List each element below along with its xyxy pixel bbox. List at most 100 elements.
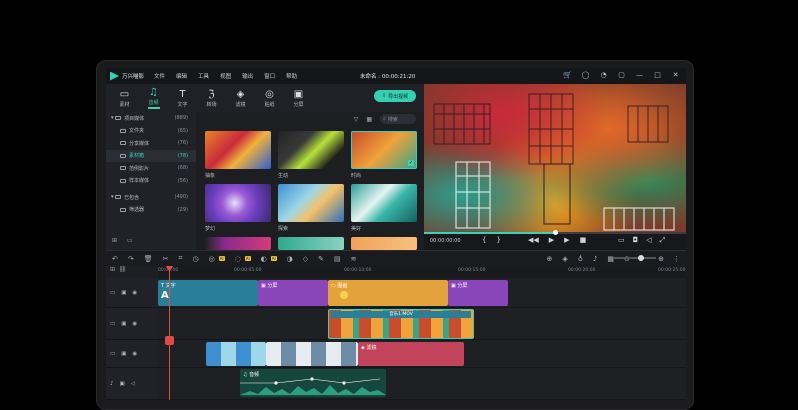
media-thumbnail[interactable] xyxy=(205,184,271,222)
more-icon[interactable]: ⋮ xyxy=(673,255,680,263)
tab-audio[interactable]: ♫ 音频 xyxy=(139,84,168,112)
add-track-icon[interactable]: ⊞ xyxy=(110,266,115,273)
eye-icon[interactable]: ◉ xyxy=(132,321,137,327)
video-preview[interactable] xyxy=(424,84,686,232)
media-thumbnail[interactable] xyxy=(351,237,417,250)
crop-icon[interactable]: ⌗ xyxy=(179,254,183,263)
speed-icon[interactable]: ◷ xyxy=(192,255,198,263)
menu-tools[interactable]: 工具 xyxy=(198,72,209,80)
video-clip[interactable] xyxy=(266,342,358,366)
delete-icon[interactable]: 🗑 xyxy=(144,255,153,263)
render-icon[interactable]: ⊕ xyxy=(547,255,553,263)
snapshot-icon[interactable]: ◘ xyxy=(633,236,639,245)
mark-in-icon[interactable]: { xyxy=(482,236,486,244)
filter-clip[interactable]: ◈ 滤镜 xyxy=(358,342,464,366)
maximize-icon[interactable]: □ xyxy=(653,71,662,80)
menu-help[interactable]: 帮助 xyxy=(286,72,297,80)
media-thumbnail[interactable] xyxy=(205,237,271,250)
tab-filter[interactable]: ◈ 滤镜 xyxy=(226,84,255,112)
progress-handle[interactable] xyxy=(552,230,558,235)
tab-split-screen[interactable]: ▣ 分屏 xyxy=(284,84,313,112)
step-back-icon[interactable]: ◀◀ xyxy=(528,236,539,244)
video-clip[interactable] xyxy=(206,342,266,366)
lock-icon[interactable]: ▣ xyxy=(120,381,125,387)
media-thumbnail[interactable] xyxy=(278,237,344,250)
user-icon[interactable]: ◯ xyxy=(581,71,590,80)
play-icon[interactable]: ▶ xyxy=(549,236,554,244)
picture-clip[interactable]: ▭ 图画 xyxy=(328,280,448,306)
export-button[interactable]: ⇪ 导出视频 xyxy=(374,90,416,102)
lock-icon[interactable]: ▣ xyxy=(121,321,126,327)
green-screen-icon[interactable]: ▤ xyxy=(334,255,341,263)
menu-edit[interactable]: 编辑 xyxy=(176,72,187,80)
ai-cut-icon[interactable]: ◎ xyxy=(209,255,215,263)
lock-icon[interactable]: ▣ xyxy=(121,351,126,357)
media-thumbnail[interactable] xyxy=(278,184,344,222)
menu-output[interactable]: 输出 xyxy=(242,72,253,80)
filter-funnel-icon[interactable]: ▽ xyxy=(354,116,359,123)
media-thumbnail[interactable] xyxy=(278,131,344,169)
tab-media[interactable]: ▭ 素材 xyxy=(110,84,139,112)
playhead[interactable] xyxy=(169,266,170,400)
stop-icon[interactable]: ■ xyxy=(580,236,587,244)
folder-item[interactable]: 样本媒体 (56) xyxy=(106,175,196,188)
keyframe-icon[interactable]: ◇ xyxy=(303,255,308,263)
timeline-ruler[interactable]: 00:00:00 00:00:05:00 00:00:10:00 00:00:1… xyxy=(158,266,686,278)
fullscreen-icon[interactable]: ⤢ xyxy=(660,236,666,245)
shield-icon[interactable]: ◈ xyxy=(562,255,567,263)
playhead-handle[interactable] xyxy=(165,336,174,345)
media-thumbnail[interactable] xyxy=(205,131,271,169)
grid-view-icon[interactable]: ▦ xyxy=(366,116,372,123)
close-icon[interactable]: ✕ xyxy=(671,71,680,80)
undo-icon[interactable]: ↶ xyxy=(112,255,118,263)
voice-icon[interactable]: ♪ xyxy=(593,255,597,263)
tab-sticker[interactable]: ◎ 贴纸 xyxy=(255,84,284,112)
audio-mix-icon[interactable]: ≋ xyxy=(351,255,357,263)
split-screen-clip[interactable]: ▣ 分屏 xyxy=(258,280,328,306)
folder-project-media[interactable]: ▾ 项目媒体 (889) xyxy=(106,112,196,125)
track-header: ▭ ▣ ◉ xyxy=(106,308,158,339)
folder-included[interactable]: ▾ 已包含 (490) xyxy=(106,191,196,204)
link-icon[interactable]: ⛓ xyxy=(119,266,127,273)
folder-open-icon[interactable]: ▭ xyxy=(127,237,133,244)
folder-item[interactable]: 文件夹 (65) xyxy=(106,125,196,138)
cart-icon[interactable]: 🛒 xyxy=(563,71,572,80)
split-screen-clip[interactable]: ▣ 分屏 xyxy=(448,280,508,306)
eye-icon[interactable]: ◉ xyxy=(132,351,137,357)
folder-item-selected[interactable]: 素材箱 (78) xyxy=(106,149,196,162)
menu-file[interactable]: 文件 xyxy=(154,72,165,80)
cut-icon[interactable]: ✂ xyxy=(163,255,169,263)
media-thumbnail-selected[interactable]: ✓ xyxy=(351,131,417,169)
eyedropper-icon[interactable]: ✎ xyxy=(318,255,324,263)
zoom-slider[interactable] xyxy=(614,255,656,261)
folder-item[interactable]: 分享媒体 (76) xyxy=(106,137,196,150)
eye-icon[interactable]: ◉ xyxy=(132,290,137,296)
notification-icon[interactable]: ▢ xyxy=(617,71,626,80)
zoom-in-icon[interactable]: ⊕ xyxy=(658,255,664,263)
redo-icon[interactable]: ↷ xyxy=(128,255,134,263)
video-clip-selected[interactable]: 音乐1.MOV xyxy=(328,309,474,339)
audio-clip[interactable]: ♫ 音频 xyxy=(240,369,386,397)
text-clip[interactable]: T 文字 A xyxy=(158,280,258,306)
menu-view[interactable]: 视图 xyxy=(220,72,231,80)
mark-out-icon[interactable]: } xyxy=(496,236,500,244)
tab-text[interactable]: T 文字 xyxy=(168,84,197,112)
media-thumbnail[interactable] xyxy=(351,184,417,222)
speaker-icon[interactable]: ◁ xyxy=(131,381,135,387)
portrait-icon[interactable]: ◐ xyxy=(261,255,267,263)
lock-icon[interactable]: ▣ xyxy=(121,290,126,296)
new-folder-icon[interactable]: ⊞ xyxy=(112,237,117,244)
mic-icon[interactable]: ♁ xyxy=(578,255,583,263)
headset-icon[interactable]: ◔ xyxy=(599,71,608,80)
screen-icon[interactable]: ▭ xyxy=(618,236,625,245)
motion-icon[interactable]: ◌ xyxy=(235,255,241,263)
volume-icon[interactable]: ◁ xyxy=(646,236,651,245)
search-input[interactable]: ⌕ 搜索 xyxy=(380,114,416,124)
folder-item[interactable]: 范例影片 (68) xyxy=(106,162,196,175)
menu-window[interactable]: 窗口 xyxy=(264,72,275,80)
color-icon[interactable]: ◑ xyxy=(287,255,293,263)
tab-transition[interactable]: ℨ 转场 xyxy=(197,84,226,112)
play-forward-icon[interactable]: ▶ xyxy=(564,236,569,244)
minimize-icon[interactable]: — xyxy=(635,71,644,80)
folder-item[interactable]: 筛选器 (29) xyxy=(106,204,196,217)
